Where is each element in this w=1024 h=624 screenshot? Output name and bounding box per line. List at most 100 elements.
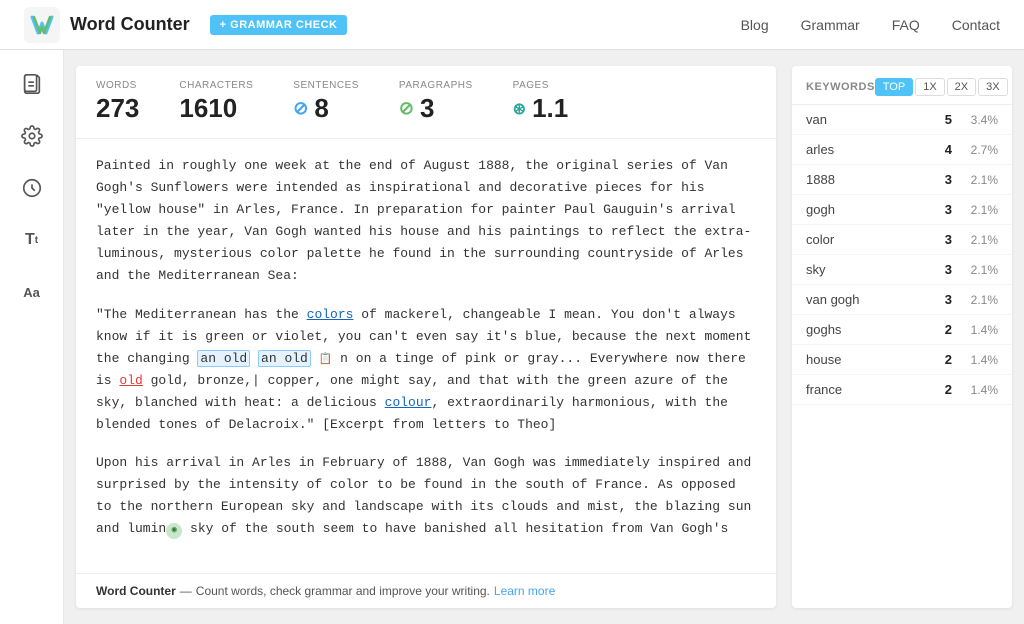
keywords-title: KEYWORDS <box>806 81 875 93</box>
text-content[interactable]: Painted in roughly one week at the end o… <box>76 139 776 573</box>
keyword-pct: 1.4% <box>962 383 998 397</box>
words-label: WORDS <box>96 80 139 91</box>
paragraphs-icon: ⊘ <box>399 98 414 119</box>
keyword-row[interactable]: color 3 2.1% <box>792 225 1012 255</box>
sentences-value: ⊘ 8 <box>293 93 359 124</box>
sidebar-circle-icon[interactable] <box>14 170 50 206</box>
main-nav: Blog Grammar FAQ Contact <box>741 17 1000 33</box>
keyword-row[interactable]: france 2 1.4% <box>792 375 1012 405</box>
keyword-word: 1888 <box>806 172 945 187</box>
stat-characters: CHARACTERS 1610 <box>179 80 253 124</box>
footer-brand: Word Counter <box>96 584 176 598</box>
keyword-pct: 2.1% <box>962 263 998 277</box>
keyword-row[interactable]: goghs 2 1.4% <box>792 315 1012 345</box>
tab-3x[interactable]: 3X <box>978 78 1007 96</box>
highlight-an-old-2: an old <box>258 350 311 367</box>
keyword-count: 3 <box>945 262 952 277</box>
words-value: 273 <box>96 93 139 124</box>
keyword-count: 4 <box>945 142 952 157</box>
keyword-pct: 2.7% <box>962 143 998 157</box>
main-layout: Tt Aa WORDS 273 CHARACTERS 1610 SENTENCE… <box>0 50 1024 624</box>
clipboard-icon[interactable]: 📋 <box>319 354 333 366</box>
keyword-word: france <box>806 382 945 397</box>
keyword-pct: 2.1% <box>962 173 998 187</box>
keyword-count: 2 <box>945 322 952 337</box>
highlight-an-old-1: an old <box>197 350 250 367</box>
nav-faq[interactable]: FAQ <box>892 17 920 33</box>
content-area: WORDS 273 CHARACTERS 1610 SENTENCES ⊘ 8 … <box>76 66 776 608</box>
keyword-row[interactable]: van gogh 3 2.1% <box>792 285 1012 315</box>
keyword-pct: 2.1% <box>962 293 998 307</box>
nav-contact[interactable]: Contact <box>952 17 1000 33</box>
logo-area: Word Counter + GRAMMAR CHECK <box>24 7 347 43</box>
keywords-header: KEYWORDS TOP 1X 2X 3X <box>792 66 1012 105</box>
keyword-word: sky <box>806 262 945 277</box>
header: Word Counter + GRAMMAR CHECK Blog Gramma… <box>0 0 1024 50</box>
keyword-pct: 1.4% <box>962 353 998 367</box>
footer-dash: — <box>180 584 192 598</box>
sidebar-aa-icon[interactable]: Aa <box>14 274 50 310</box>
app-title: Word Counter <box>70 14 190 35</box>
stat-pages: PAGES ⊛ 1.1 <box>513 80 569 124</box>
keyword-count: 5 <box>945 112 952 127</box>
stat-sentences: SENTENCES ⊘ 8 <box>293 80 359 124</box>
footer-bar: Word Counter — Count words, check gramma… <box>76 573 776 608</box>
colors-link[interactable]: colors <box>307 307 354 322</box>
pages-value: ⊛ 1.1 <box>513 93 569 124</box>
keywords-list: van 5 3.4% arles 4 2.7% 1888 3 2.1% gogh… <box>792 105 1012 608</box>
characters-label: CHARACTERS <box>179 80 253 91</box>
sentences-icon: ⊘ <box>293 98 308 119</box>
logo-icon <box>24 7 60 43</box>
paragraph-2: "The Mediterranean has the colors of mac… <box>96 304 756 437</box>
keyword-word: van gogh <box>806 292 945 307</box>
sidebar-document-icon[interactable] <box>14 66 50 102</box>
keyword-count: 3 <box>945 202 952 217</box>
colour-link[interactable]: colour <box>385 395 432 410</box>
footer-learn-more[interactable]: Learn more <box>494 584 555 598</box>
keywords-panel: KEYWORDS TOP 1X 2X 3X van 5 3.4% arles 4… <box>792 66 1012 608</box>
sidebar-settings-icon[interactable] <box>14 118 50 154</box>
grammar-check-button[interactable]: + GRAMMAR CHECK <box>210 15 348 35</box>
keyword-word: arles <box>806 142 945 157</box>
keyword-pct: 2.1% <box>962 233 998 247</box>
sentences-label: SENTENCES <box>293 80 359 91</box>
paragraph-1: Painted in roughly one week at the end o… <box>96 155 756 288</box>
keyword-word: house <box>806 352 945 367</box>
nav-grammar[interactable]: Grammar <box>801 17 860 33</box>
keyword-word: van <box>806 112 945 127</box>
paragraph-3: Upon his arrival in Arles in February of… <box>96 452 756 540</box>
circle-marker: ◉ <box>166 523 182 539</box>
tab-2x[interactable]: 2X <box>947 78 976 96</box>
pages-label: PAGES <box>513 80 569 91</box>
keyword-count: 3 <box>945 232 952 247</box>
keyword-pct: 3.4% <box>962 113 998 127</box>
pages-icon: ⊛ <box>513 99 526 119</box>
paragraphs-value: ⊘ 3 <box>399 93 473 124</box>
keyword-row[interactable]: house 2 1.4% <box>792 345 1012 375</box>
keyword-pct: 2.1% <box>962 203 998 217</box>
keyword-count: 3 <box>945 172 952 187</box>
keyword-row[interactable]: arles 4 2.7% <box>792 135 1012 165</box>
stat-paragraphs: PARAGRAPHS ⊘ 3 <box>399 80 473 124</box>
footer-description: Count words, check grammar and improve y… <box>196 584 490 598</box>
nav-blog[interactable]: Blog <box>741 17 769 33</box>
keyword-row[interactable]: van 5 3.4% <box>792 105 1012 135</box>
tab-top[interactable]: TOP <box>875 78 913 96</box>
characters-value: 1610 <box>179 93 253 124</box>
keyword-count: 3 <box>945 292 952 307</box>
tab-1x[interactable]: 1X <box>915 78 944 96</box>
keyword-word: gogh <box>806 202 945 217</box>
keyword-count: 2 <box>945 352 952 367</box>
old-highlight: old <box>119 373 142 388</box>
keyword-count: 2 <box>945 382 952 397</box>
keyword-pct: 1.4% <box>962 323 998 337</box>
left-sidebar: Tt Aa <box>0 50 64 624</box>
keyword-row[interactable]: gogh 3 2.1% <box>792 195 1012 225</box>
paragraphs-label: PARAGRAPHS <box>399 80 473 91</box>
keyword-word: goghs <box>806 322 945 337</box>
keyword-row[interactable]: 1888 3 2.1% <box>792 165 1012 195</box>
sidebar-font-icon[interactable]: Tt <box>14 222 50 258</box>
keywords-tabs: TOP 1X 2X 3X <box>875 78 1008 96</box>
keyword-row[interactable]: sky 3 2.1% <box>792 255 1012 285</box>
stat-words: WORDS 273 <box>96 80 139 124</box>
